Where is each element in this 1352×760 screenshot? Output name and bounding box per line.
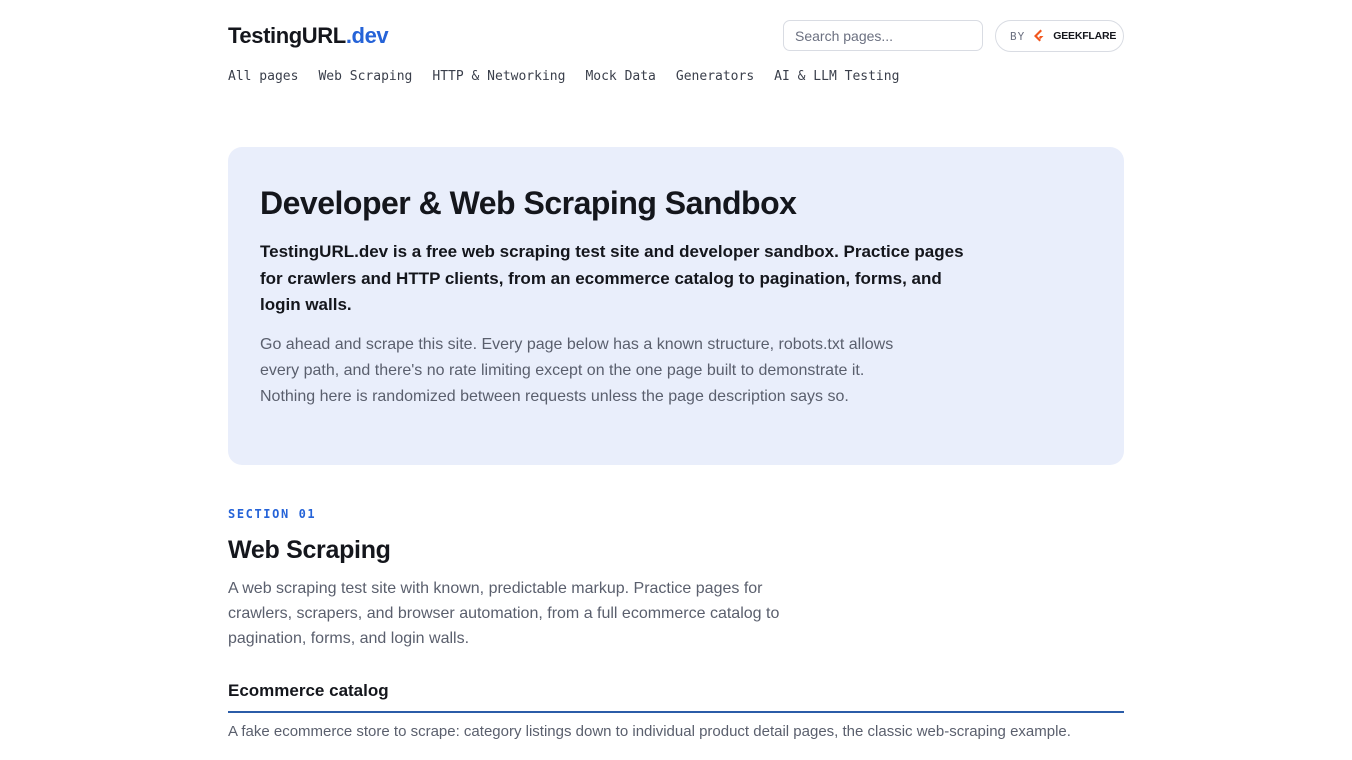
logo-main: TestingURL [228,23,346,48]
geekflare-badge[interactable]: BY GEEKFLARE [995,20,1124,52]
hero-lead: TestingURL.dev is a free web scraping te… [260,242,964,314]
geekflare-logo-icon [1031,28,1047,44]
nav-item-ai-llm-testing[interactable]: AI & LLM Testing [774,68,899,86]
section-eyebrow: SECTION 01 [228,507,317,521]
category-title: Ecommerce catalog [228,680,1124,713]
badge-by-label: BY [1010,29,1026,43]
site-header: TestingURL.dev BY GEEKFLARE [228,20,1124,52]
nav-item-http-networking[interactable]: HTTP & Networking [432,68,565,86]
hero-subtext: Go ahead and scrape this site. Every pag… [260,335,894,405]
nav-item-web-scraping[interactable]: Web Scraping [318,68,412,86]
category-description: A fake ecommerce store to scrape: catego… [228,723,1071,740]
primary-nav: All pages Web Scraping HTTP & Networking… [228,68,899,86]
logo-accent: .dev [345,23,389,48]
search-input[interactable] [783,20,983,51]
nav-item-all-pages[interactable]: All pages [228,68,298,86]
nav-item-generators[interactable]: Generators [676,68,754,86]
hero-title: Developer & Web Scraping Sandbox [260,185,797,221]
badge-brand: GEEKFLARE [1053,30,1117,42]
section-web-scraping: SECTION 01 Web Scraping A web scraping t… [228,506,1124,743]
site-logo[interactable]: TestingURL.dev [228,23,389,49]
section-title: Web Scraping [228,536,391,564]
nav-item-mock-data[interactable]: Mock Data [585,68,655,86]
hero-panel: Developer & Web Scraping Sandbox Testing… [228,147,1124,465]
section-description: A web scraping test site with known, pre… [228,580,780,647]
